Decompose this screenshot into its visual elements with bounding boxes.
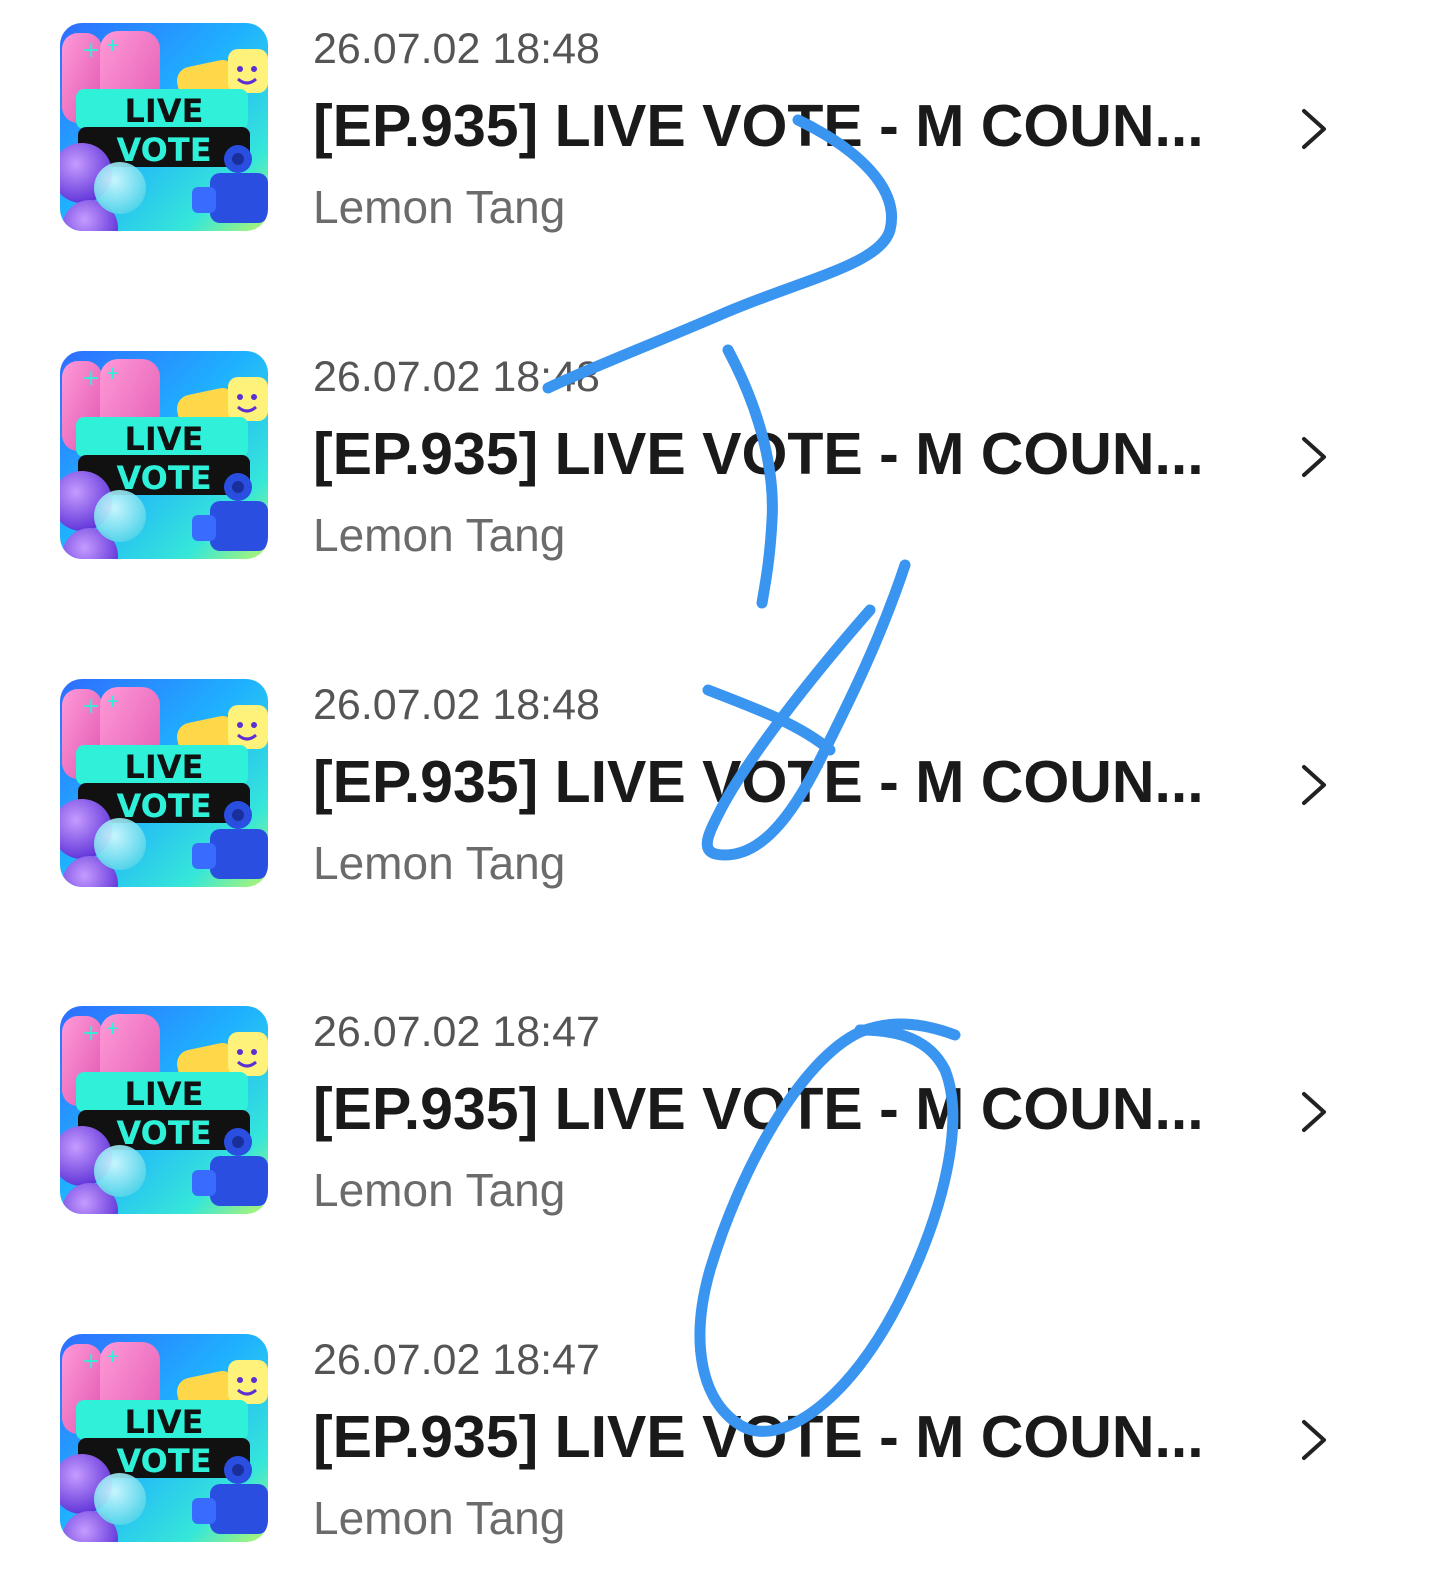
live-vote-thumbnail: + + LIVE VOTE (60, 679, 268, 887)
live-vote-thumbnail: + + LIVE VOTE (60, 1334, 268, 1542)
item-date: 26.07.02 18:48 (313, 353, 600, 401)
item-date: 26.07.02 18:48 (313, 25, 600, 73)
item-title: [EP.935] LIVE VOTE - M COUN... (313, 1076, 1204, 1142)
thumb-text-live: LIVE (125, 420, 204, 458)
svg-text:+: + (105, 1018, 120, 1039)
chevron-right-icon[interactable] (1294, 1088, 1334, 1136)
thumb-text-live: LIVE (125, 92, 204, 130)
chevron-right-icon[interactable] (1294, 761, 1334, 809)
item-date: 26.07.02 18:47 (313, 1336, 600, 1384)
live-vote-thumbnail: + + LIVE VOTE (60, 23, 268, 231)
thumb-text-vote: VOTE (116, 1442, 211, 1480)
thumb-text-live: LIVE (125, 1075, 204, 1113)
svg-text:+: + (82, 694, 100, 719)
thumb-text-vote: VOTE (116, 787, 211, 825)
list-item[interactable]: + + LIVE VOTE 26.07.02 18:47 [EP.935] LI… (0, 1334, 1439, 1544)
item-title: [EP.935] LIVE VOTE - M COUN... (313, 749, 1204, 815)
thumb-text-live: LIVE (125, 748, 204, 786)
item-author: Lemon Tang (313, 509, 566, 561)
svg-text:+: + (82, 1349, 100, 1374)
live-vote-thumbnail: + + LIVE VOTE (60, 1006, 268, 1214)
item-date: 26.07.02 18:47 (313, 1008, 600, 1056)
item-title: [EP.935] LIVE VOTE - M COUN... (313, 93, 1204, 159)
chevron-right-icon[interactable] (1294, 105, 1334, 153)
thumb-text-live: LIVE (125, 1403, 204, 1441)
svg-text:+: + (82, 38, 100, 63)
item-author: Lemon Tang (313, 1492, 566, 1544)
list-item[interactable]: + + LIVE VOTE 26.07.02 18:48 [EP.935] LI… (0, 679, 1439, 889)
item-author: Lemon Tang (313, 1164, 566, 1216)
thumb-text-vote: VOTE (116, 459, 211, 497)
list-item[interactable]: + + LIVE VOTE 26.07.02 18:48 [EP.935] LI… (0, 23, 1439, 233)
svg-text:+: + (105, 691, 120, 712)
list-item[interactable]: + + LIVE VOTE 26.07.02 18:48 [EP.935] LI… (0, 351, 1439, 561)
item-date: 26.07.02 18:48 (313, 681, 600, 729)
list-item[interactable]: + + LIVE VOTE 26.07.02 18:47 [EP.935] LI… (0, 1006, 1439, 1216)
svg-text:+: + (105, 35, 120, 56)
thumb-text-vote: VOTE (116, 131, 211, 169)
live-vote-thumbnail: + + LIVE VOTE (60, 351, 268, 559)
chevron-right-icon[interactable] (1294, 1416, 1334, 1464)
svg-text:+: + (105, 363, 120, 384)
item-author: Lemon Tang (313, 181, 566, 233)
thumb-text-vote: VOTE (116, 1114, 211, 1152)
item-title: [EP.935] LIVE VOTE - M COUN... (313, 421, 1204, 487)
svg-text:+: + (105, 1346, 120, 1367)
svg-text:+: + (82, 1021, 100, 1046)
item-title: [EP.935] LIVE VOTE - M COUN... (313, 1404, 1204, 1470)
item-author: Lemon Tang (313, 837, 566, 889)
svg-text:+: + (82, 366, 100, 391)
chevron-right-icon[interactable] (1294, 433, 1334, 481)
